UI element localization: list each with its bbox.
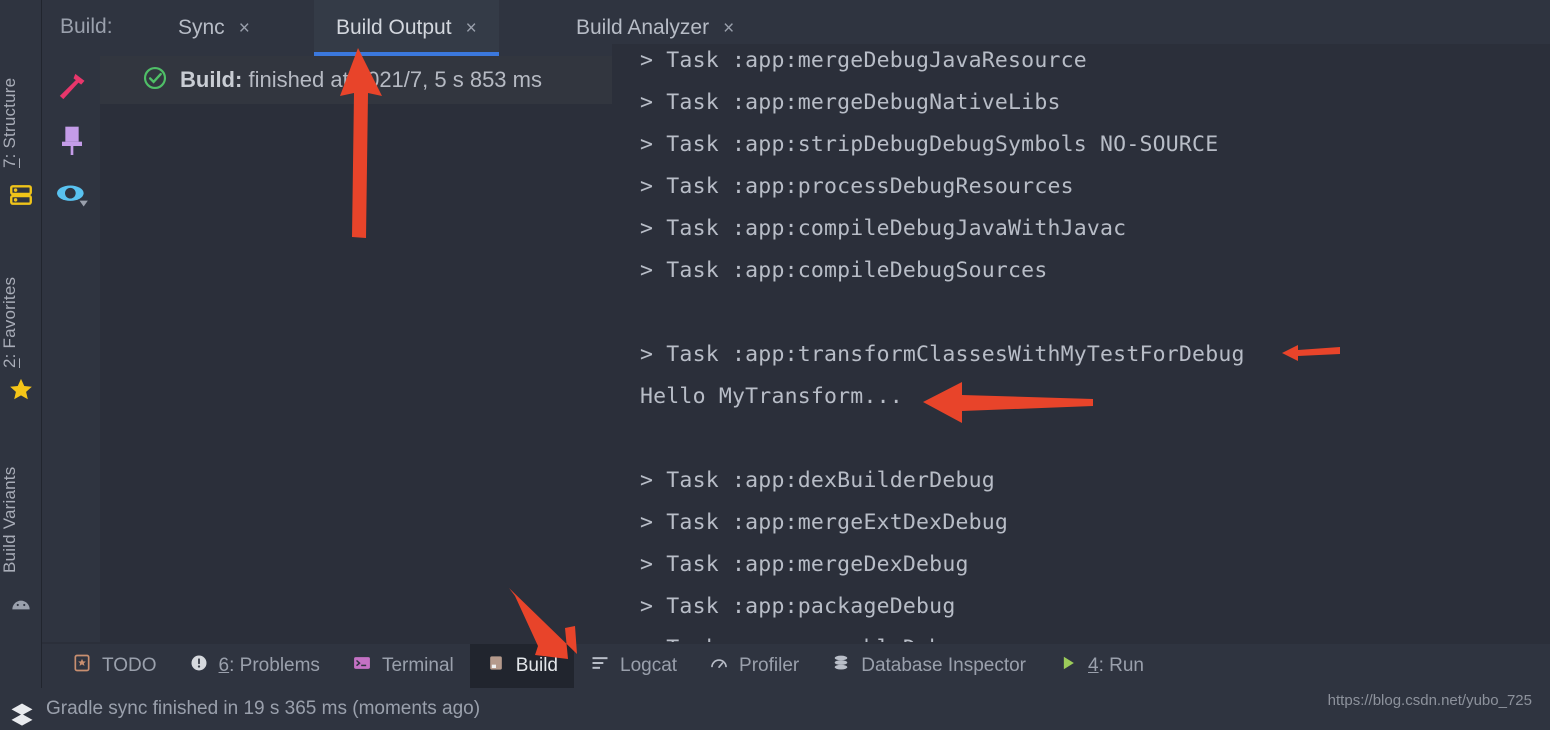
sidebar-item-structure[interactable]: 7: Structure (0, 48, 42, 198)
bottom-tab-terminal[interactable]: Terminal (336, 644, 470, 688)
tab-build-output[interactable]: Build Output × (314, 0, 499, 56)
terminal-icon (352, 653, 372, 679)
structure-shortcut-number: 7 (0, 158, 19, 169)
tab-sync[interactable]: Sync × (156, 0, 272, 56)
bottom-tab-logcat[interactable]: Logcat (574, 644, 693, 688)
build-variants-label: Build Variants (0, 466, 19, 574)
bottom-tab-database-inspector-label: Database Inspector (861, 655, 1026, 676)
layers-icon[interactable] (8, 700, 36, 728)
structure-icon[interactable] (8, 182, 34, 208)
console-line: > Task :app:mergeDebugNativeLibs (640, 90, 1061, 115)
database-inspector-icon (831, 653, 851, 679)
console-line: > Task :app:stripDebugDebugSymbols NO-SO… (640, 132, 1219, 157)
problems-icon (189, 653, 209, 679)
bottom-tab-problems[interactable]: 6: Problems (173, 644, 336, 688)
left-tool-rail: 7: Structure 2: Favorites Build Variants (0, 0, 42, 694)
status-bar-message: Gradle sync finished in 19 s 365 ms (mom… (46, 698, 481, 719)
console-line: > Task :app:compileDebugSources (640, 258, 1048, 283)
close-icon[interactable]: × (239, 19, 250, 38)
run-shortcut-number: 4 (1088, 655, 1099, 676)
build-variants-android-icon[interactable] (8, 592, 34, 618)
bottom-tool-window-bar: TODO 6: Problems Terminal Build Logcat P… (42, 644, 1550, 688)
bottom-tab-database-inspector[interactable]: Database Inspector (815, 644, 1042, 688)
build-output-tree-panel: Build: finished at 2021/7, 5 s 853 ms (100, 56, 612, 642)
build-success-check-icon (142, 65, 168, 96)
bottom-tab-build-label: Build (515, 655, 558, 676)
bottom-tab-logcat-label: Logcat (620, 655, 678, 676)
bottom-tab-terminal-label: Terminal (381, 655, 454, 676)
favorites-star-icon[interactable] (8, 376, 34, 402)
structure-label: : Structure (0, 77, 19, 159)
build-status-prefix: Build: (180, 67, 243, 92)
tab-sync-label: Sync (178, 16, 225, 39)
favorites-shortcut-number: 2 (0, 357, 19, 368)
bottom-tab-build[interactable]: Build (469, 644, 574, 688)
build-status-text: Build: finished at 2021/7, 5 s 853 ms (180, 67, 542, 93)
csdn-watermark: https://blog.csdn.net/yubo_725 (1327, 692, 1532, 709)
tab-build-output-label: Build Output (336, 16, 452, 39)
build-status-detail: finished at 2021/7, 5 s 853 ms (248, 67, 542, 92)
logcat-icon (590, 653, 610, 679)
profiler-icon (709, 653, 729, 679)
bottom-tab-problems-label: : Problems (229, 655, 320, 676)
status-bar: Gradle sync finished in 19 s 365 ms (mom… (0, 688, 1550, 730)
build-console-output[interactable]: > Task :app:mergeDebugJavaResource > Tas… (612, 44, 1550, 642)
problems-shortcut-number: 6 (218, 655, 230, 676)
bottom-tab-run-label: : Run (1098, 655, 1144, 676)
bottom-tab-todo-label: TODO (102, 655, 157, 676)
console-line-clipped: > Task :app:assembleDebug (640, 636, 969, 642)
run-icon (1058, 653, 1078, 679)
close-icon[interactable]: × (466, 19, 477, 38)
console-line: > Task :app:dexBuilderDebug (640, 468, 995, 493)
console-line: > Task :app:mergeDebugJavaResource (640, 48, 1087, 73)
console-line-hello-transform: Hello MyTransform... (640, 384, 903, 409)
pin-icon[interactable] (52, 120, 92, 160)
sidebar-item-build-variants[interactable]: Build Variants (0, 440, 42, 600)
bottom-tab-todo[interactable]: TODO (56, 644, 173, 688)
build-icon (486, 653, 506, 679)
favorites-label: : Favorites (0, 276, 19, 358)
console-line: > Task :app:packageDebug (640, 594, 956, 619)
eye-filter-icon[interactable] (52, 174, 92, 214)
hammer-icon[interactable] (52, 68, 92, 108)
bottom-tab-profiler[interactable]: Profiler (693, 644, 815, 688)
console-line: > Task :app:mergeExtDexDebug (640, 510, 1009, 535)
console-line: > Task :app:compileDebugJavaWithJavac (640, 216, 1127, 241)
tab-build-analyzer-label: Build Analyzer (576, 16, 710, 39)
build-output-toolbar (42, 56, 100, 642)
tabbar-title: Build: (60, 15, 113, 38)
sidebar-item-favorites[interactable]: 2: Favorites (0, 252, 42, 392)
close-icon[interactable]: × (723, 19, 734, 38)
android-studio-build-window: 7: Structure 2: Favorites Build Variants (0, 0, 1550, 730)
console-line-transform-task: > Task :app:transformClassesWithMyTestFo… (640, 342, 1245, 367)
bottom-tab-run[interactable]: 4: Run (1042, 644, 1160, 688)
console-line: > Task :app:processDebugResources (640, 174, 1074, 199)
build-status-row[interactable]: Build: finished at 2021/7, 5 s 853 ms (100, 56, 612, 104)
console-line: > Task :app:mergeDexDebug (640, 552, 969, 577)
todo-icon (72, 653, 92, 679)
bottom-tab-profiler-label: Profiler (739, 655, 800, 676)
